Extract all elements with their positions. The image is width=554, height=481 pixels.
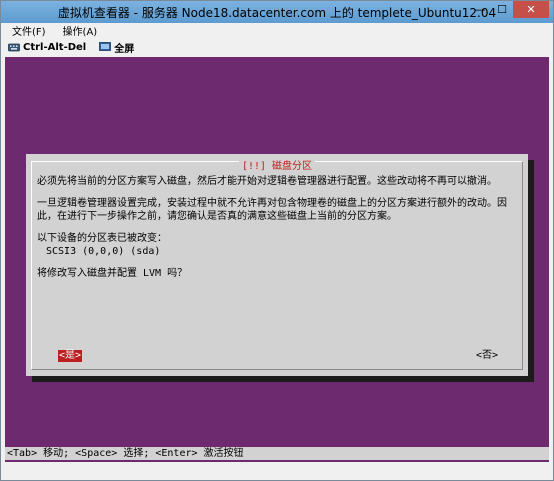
yes-button[interactable]: <是>: [58, 350, 83, 362]
dialog-title-text: [!!] 磁盘分区: [238, 161, 316, 172]
ctrl-alt-del-label: Ctrl-Alt-Del: [23, 41, 87, 53]
keyboard-icon: [8, 42, 20, 52]
console-status-bar: <Tab> 移动; <Space> 选择; <Enter> 激活按钮: [5, 447, 549, 460]
fullscreen-icon: [99, 42, 112, 52]
window-controls: — ☐ ✕: [469, 1, 549, 18]
vm-console-screen[interactable]: [!!] 磁盘分区 必须先将当前的分区方案写入磁盘，然后才能开始对逻辑卷管理器进…: [5, 57, 549, 462]
maximize-button[interactable]: ☐: [491, 1, 513, 18]
ctrl-alt-del-button[interactable]: Ctrl-Alt-Del: [8, 42, 86, 53]
menu-file[interactable]: 文件(F): [1, 23, 52, 38]
menu-bar: 文件(F) 操作(A): [1, 23, 553, 38]
dialog-title: [!!] 磁盘分区: [32, 161, 522, 173]
dialog-paragraph-3: 以下设备的分区表已被改变：: [37, 233, 167, 244]
window-bottom-strip: [1, 464, 553, 480]
title-bar: 虚拟机查看器 - 服务器 Node18.datacenter.com 上的 te…: [1, 1, 553, 23]
no-button[interactable]: <否>: [476, 350, 498, 362]
toolbar: Ctrl-Alt-Del 全屏: [1, 38, 553, 56]
vm-viewer-window: 虚拟机查看器 - 服务器 Node18.datacenter.com 上的 te…: [0, 0, 554, 481]
dialog-paragraph-1: 必须先将当前的分区方案写入磁盘，然后才能开始对逻辑卷管理器进行配置。这些改动将不…: [37, 176, 497, 187]
close-button[interactable]: ✕: [513, 1, 549, 18]
dialog-question: 将修改写入磁盘并配置 LVM 吗？: [37, 268, 188, 279]
partition-dialog: [!!] 磁盘分区 必须先将当前的分区方案写入磁盘，然后才能开始对逻辑卷管理器进…: [26, 154, 528, 376]
fullscreen-label: 全屏: [114, 43, 135, 55]
menu-action[interactable]: 操作(A): [52, 23, 104, 38]
dialog-paragraph-2: 一旦逻辑卷管理器设置完成，安装过程中就不允许再对包含物理卷的磁盘上的分区方案进行…: [37, 198, 507, 222]
dialog-body: 必须先将当前的分区方案写入磁盘，然后才能开始对逻辑卷管理器进行配置。这些改动将不…: [37, 175, 518, 280]
device-name: SCSI3 (0,0,0) (sda): [46, 246, 161, 257]
minimize-button[interactable]: —: [469, 1, 491, 18]
fullscreen-button[interactable]: 全屏: [99, 40, 134, 55]
